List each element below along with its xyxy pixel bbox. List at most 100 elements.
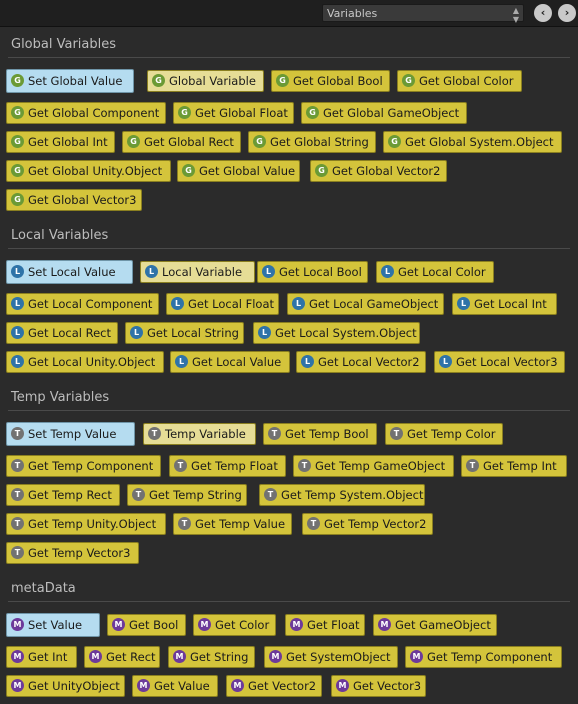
node-label: Get Local Vector2 bbox=[318, 355, 420, 369]
node-local-variable-button[interactable]: L Local Variable bbox=[140, 261, 255, 283]
node-label: Get Global Color bbox=[419, 74, 514, 88]
node-get-temp-bool-button[interactable]: T Get Temp Bool bbox=[263, 423, 377, 445]
node-label: Get Int bbox=[28, 650, 68, 664]
node-label: Get Global Int bbox=[28, 135, 108, 149]
node-get-temp-component-button[interactable]: T Get Temp Component bbox=[6, 455, 161, 477]
node-get-temp-system-object-button[interactable]: T Get Temp System.Object bbox=[259, 484, 425, 506]
node-get-global-vector2-button[interactable]: G Get Global Vector2 bbox=[310, 160, 447, 182]
node-get-vector3-button[interactable]: M Get Vector3 bbox=[331, 675, 426, 697]
node-get-local-float-button[interactable]: L Get Local Float bbox=[166, 293, 279, 315]
node-set-temp-value-button[interactable]: T Set Temp Value bbox=[6, 422, 135, 446]
node-get-local-int-button[interactable]: L Get Local Int bbox=[452, 293, 557, 315]
node-get-global-vector3-button[interactable]: G Get Global Vector3 bbox=[6, 189, 142, 211]
node-label: Get Global System.Object bbox=[405, 135, 554, 149]
node-get-local-gameobject-button[interactable]: L Get Local GameObject bbox=[287, 293, 444, 315]
variable-m-icon: M bbox=[378, 618, 391, 631]
node-label: Local Variable bbox=[162, 265, 243, 279]
node-get-rect-button[interactable]: M Get Rect bbox=[84, 646, 160, 668]
variable-m-icon: M bbox=[11, 650, 24, 663]
node-label: Global Variable bbox=[169, 74, 256, 88]
node-get-temp-int-button[interactable]: T Get Temp Int bbox=[461, 455, 567, 477]
node-get-systemobject-button[interactable]: M Get SystemObject bbox=[264, 646, 398, 668]
node-label: Get Global Float bbox=[195, 106, 288, 120]
variable-m-icon: M bbox=[137, 679, 150, 692]
variable-g-icon: G bbox=[11, 193, 24, 206]
variable-t-icon: T bbox=[11, 427, 24, 440]
node-set-value-button[interactable]: M Set Value bbox=[6, 613, 100, 637]
category-dropdown[interactable]: Variables ▲ ▼ bbox=[322, 4, 524, 24]
node-get-value-button[interactable]: M Get Value bbox=[132, 675, 218, 697]
node-get-local-string-button[interactable]: L Get Local String bbox=[125, 322, 244, 344]
node-get-gameobject-button[interactable]: M Get GameObject bbox=[373, 614, 497, 636]
chevron-right-icon[interactable]: › bbox=[558, 4, 576, 22]
node-get-int-button[interactable]: M Get Int bbox=[6, 646, 77, 668]
node-get-global-color-button[interactable]: G Get Global Color bbox=[397, 70, 522, 92]
node-get-local-unity-object-button[interactable]: L Get Local Unity.Object bbox=[6, 351, 164, 373]
node-get-local-vector2-button[interactable]: L Get Local Vector2 bbox=[296, 351, 426, 373]
section-divider bbox=[8, 410, 570, 411]
node-get-temp-gameobject-button[interactable]: T Get Temp GameObject bbox=[293, 455, 454, 477]
node-get-global-string-button[interactable]: G Get Global String bbox=[248, 131, 376, 153]
node-get-local-color-button[interactable]: L Get Local Color bbox=[376, 261, 494, 283]
variable-l-icon: L bbox=[381, 265, 394, 278]
node-label: Get Local Unity.Object bbox=[28, 355, 156, 369]
variable-t-icon: T bbox=[174, 459, 187, 472]
node-get-string-button[interactable]: M Get String bbox=[168, 646, 255, 668]
node-get-global-value-button[interactable]: G Get Global Value bbox=[177, 160, 300, 182]
node-get-local-value-button[interactable]: L Get Local Value bbox=[170, 351, 290, 373]
variable-l-icon: L bbox=[145, 265, 158, 278]
node-get-local-component-button[interactable]: L Get Local Component bbox=[6, 293, 159, 315]
node-global-variable-button[interactable]: G Global Variable bbox=[147, 70, 264, 92]
node-get-float-button[interactable]: M Get Float bbox=[285, 614, 365, 636]
node-label: Get Color bbox=[215, 618, 270, 632]
node-label: Get Global Vector2 bbox=[332, 164, 441, 178]
node-get-color-button[interactable]: M Get Color bbox=[193, 614, 276, 636]
node-get-local-rect-button[interactable]: L Get Local Rect bbox=[6, 322, 118, 344]
node-get-global-gameobject-button[interactable]: G Get Global GameObject bbox=[301, 102, 467, 124]
node-set-local-value-button[interactable]: L Set Local Value bbox=[6, 260, 133, 284]
variable-t-icon: T bbox=[466, 459, 479, 472]
node-label: Get Local Bool bbox=[279, 265, 362, 279]
node-set-global-value-button[interactable]: G Set Global Value bbox=[6, 69, 134, 93]
node-get-global-system-object-button[interactable]: G Get Global System.Object bbox=[383, 131, 562, 153]
node-get-global-float-button[interactable]: G Get Global Float bbox=[173, 102, 294, 124]
variable-g-icon: G bbox=[11, 164, 24, 177]
node-get-global-component-button[interactable]: G Get Global Component bbox=[6, 102, 166, 124]
node-get-temp-value-button[interactable]: T Get Temp Value bbox=[173, 513, 292, 535]
node-get-local-bool-button[interactable]: L Get Local Bool bbox=[257, 261, 368, 283]
node-get-global-bool-button[interactable]: G Get Global Bool bbox=[271, 70, 390, 92]
node-get-temp-vector2-button[interactable]: T Get Temp Vector2 bbox=[302, 513, 433, 535]
node-get-temp-float-button[interactable]: T Get Temp Float bbox=[169, 455, 286, 477]
node-get-temp-string-button[interactable]: T Get Temp String bbox=[127, 484, 247, 506]
node-get-local-vector3-button[interactable]: L Get Local Vector3 bbox=[434, 351, 565, 373]
chevron-left-icon[interactable]: ‹ bbox=[534, 4, 552, 22]
node-label: Get Temp Unity.Object bbox=[28, 517, 157, 531]
variable-m-icon: M bbox=[231, 679, 244, 692]
section-divider bbox=[8, 248, 570, 249]
node-get-global-unity-object-button[interactable]: G Get Global Unity.Object bbox=[6, 160, 171, 182]
node-get-unityobject-button[interactable]: M Get UnityObject bbox=[6, 675, 125, 697]
node-get-bool-button[interactable]: M Get Bool bbox=[107, 614, 186, 636]
node-label: Get Vector3 bbox=[353, 679, 422, 693]
node-label: Get Global Value bbox=[199, 164, 296, 178]
node-get-temp-component-button[interactable]: M Get Temp Component bbox=[405, 646, 562, 668]
section-divider bbox=[8, 601, 570, 602]
section-title-local: Local Variables bbox=[11, 228, 109, 243]
node-get-temp-color-button[interactable]: T Get Temp Color bbox=[385, 423, 503, 445]
node-label: Get Temp Float bbox=[191, 459, 278, 473]
variable-g-icon: G bbox=[11, 135, 24, 148]
node-temp-variable-button[interactable]: T Temp Variable bbox=[143, 423, 256, 445]
variable-t-icon: T bbox=[307, 517, 320, 530]
node-get-temp-rect-button[interactable]: T Get Temp Rect bbox=[6, 484, 120, 506]
node-label: Get Rect bbox=[106, 650, 156, 664]
node-get-temp-vector3-button[interactable]: T Get Temp Vector3 bbox=[6, 542, 139, 564]
node-get-local-system-object-button[interactable]: L Get Local System.Object bbox=[253, 322, 420, 344]
variable-l-icon: L bbox=[258, 326, 271, 339]
node-label: Get Temp Bool bbox=[285, 427, 369, 441]
node-get-vector2-button[interactable]: M Get Vector2 bbox=[226, 675, 322, 697]
node-label: Set Value bbox=[28, 618, 83, 632]
node-get-temp-unity-object-button[interactable]: T Get Temp Unity.Object bbox=[6, 513, 166, 535]
variable-l-icon: L bbox=[262, 265, 275, 278]
node-get-global-int-button[interactable]: G Get Global Int bbox=[6, 131, 115, 153]
node-get-global-rect-button[interactable]: G Get Global Rect bbox=[122, 131, 241, 153]
